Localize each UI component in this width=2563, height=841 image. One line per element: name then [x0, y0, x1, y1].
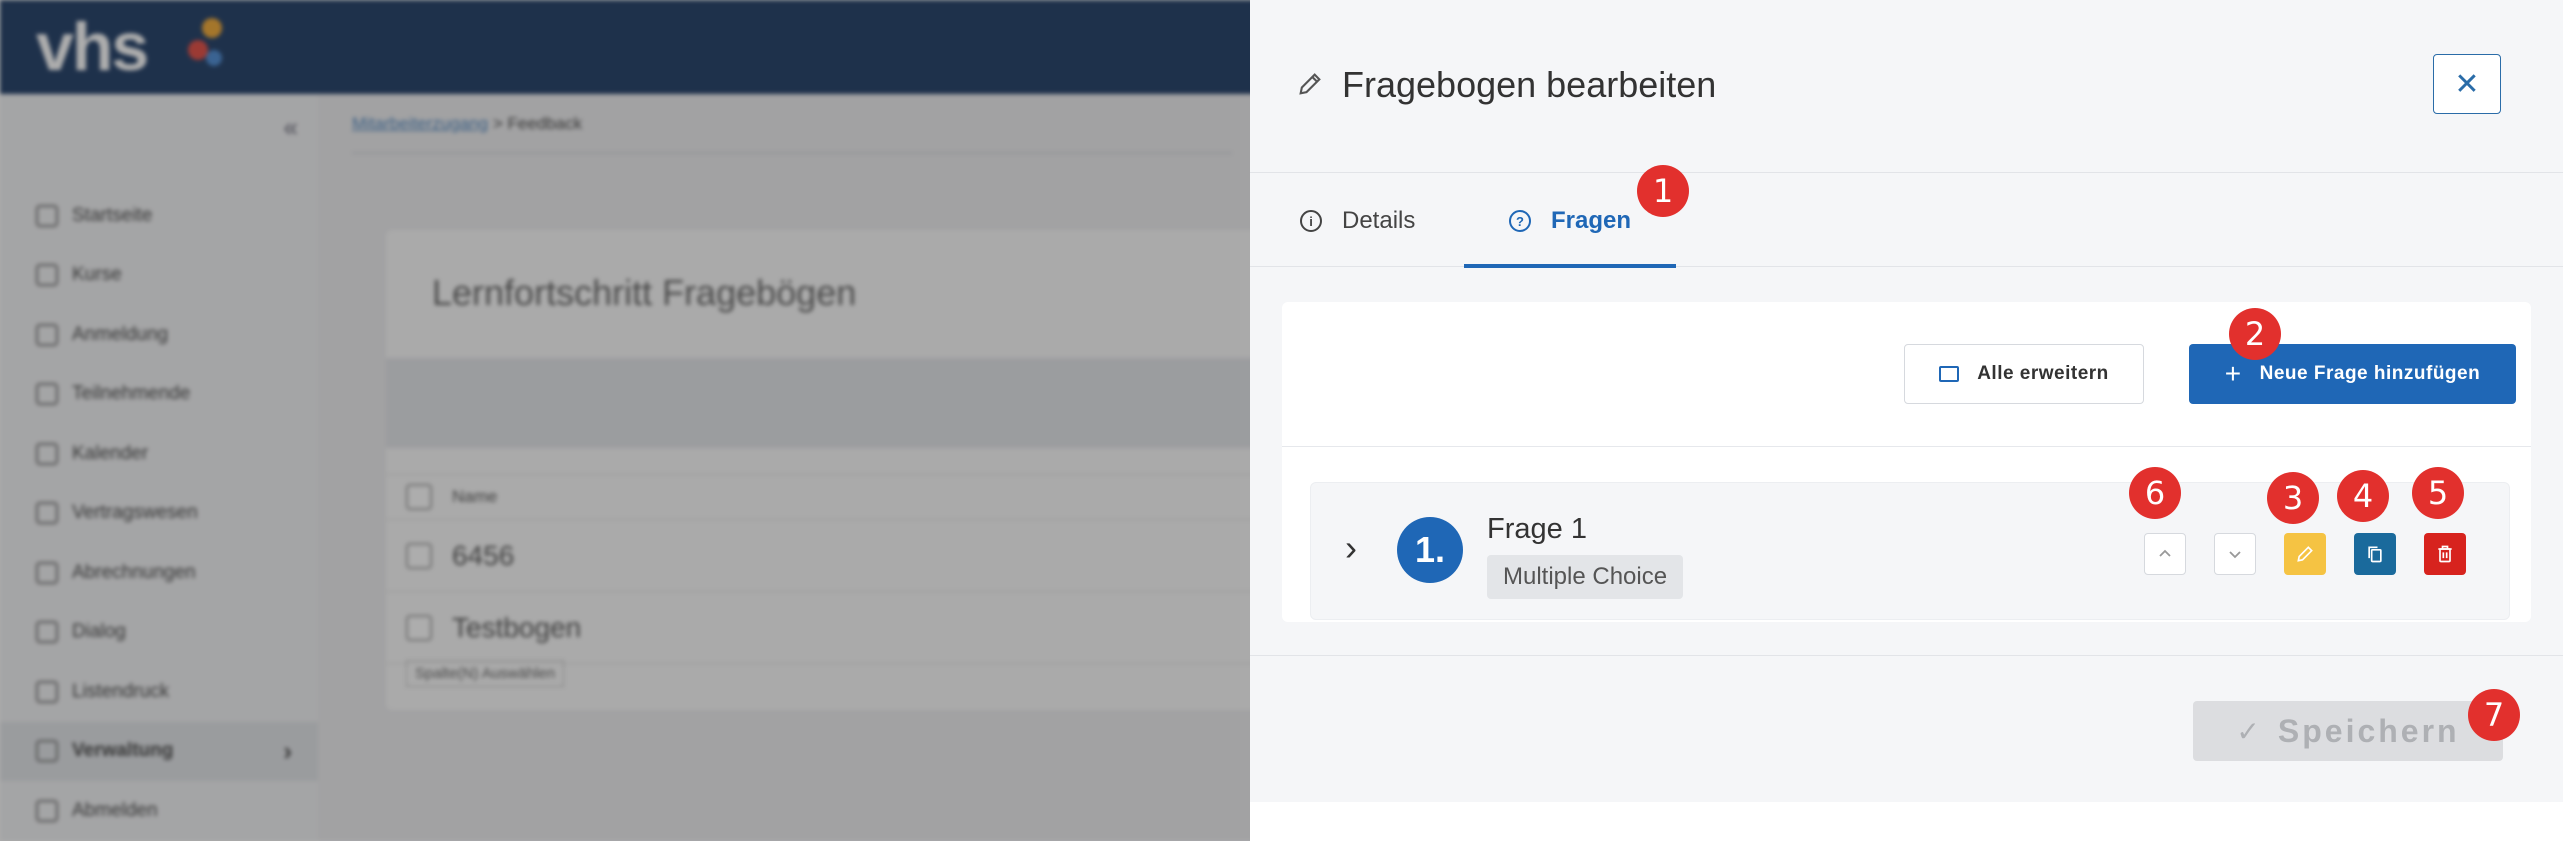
questions-section: Alle erweitern + Neue Frage hinzufügen ›… — [1282, 302, 2531, 622]
annotation-badge-2: 2 — [2229, 308, 2281, 360]
question-title: Frage 1 — [1487, 513, 1587, 545]
footer-spacer — [1250, 802, 2563, 841]
chevron-up-icon — [2159, 549, 2171, 557]
annotation-badge-3: 3 — [2267, 472, 2319, 524]
delete-question-button[interactable] — [2424, 533, 2466, 575]
edit-question-button[interactable] — [2284, 533, 2326, 575]
question-item[interactable]: › 1. Frage 1 Multiple Choice — [1310, 482, 2510, 620]
panel-header: Fragebogen bearbeiten ✕ — [1250, 0, 2563, 173]
move-up-button[interactable] — [2144, 533, 2186, 575]
pencil-icon — [1299, 73, 1321, 95]
chevron-down-icon — [2229, 551, 2241, 559]
expand-icon — [1939, 366, 1960, 382]
close-button[interactable]: ✕ — [2433, 54, 2501, 114]
questions-toolbar: Alle erweitern + Neue Frage hinzufügen — [1282, 302, 2531, 447]
annotation-badge-1: 1 — [1637, 165, 1689, 217]
copy-question-button[interactable] — [2354, 533, 2396, 575]
tab-details[interactable]: i Details — [1300, 175, 1415, 267]
trash-icon — [2438, 545, 2452, 563]
panel-footer: ✓ Speichern — [1250, 655, 2563, 841]
plus-icon: + — [2224, 358, 2242, 389]
expand-chevron-icon[interactable]: › — [1345, 527, 1357, 569]
pencil-icon — [2297, 546, 2313, 562]
annotation-badge-4: 4 — [2337, 470, 2389, 522]
annotation-badge-6: 6 — [2129, 467, 2181, 519]
panel-tabs: i Details ? Fragen — [1250, 175, 2563, 268]
panel-title: Fragebogen bearbeiten — [1342, 64, 1717, 105]
check-icon: ✓ — [2236, 715, 2260, 747]
annotation-badge-7: 7 — [2468, 689, 2520, 741]
question-circle-icon: ? — [1508, 210, 1531, 232]
info-icon: i — [1300, 210, 1322, 232]
annotation-badge-5: 5 — [2412, 467, 2464, 519]
expand-all-button[interactable]: Alle erweitern — [1904, 344, 2144, 404]
question-type-badge: Multiple Choice — [1487, 555, 1684, 599]
move-down-button[interactable] — [2214, 533, 2256, 575]
copy-icon — [2368, 546, 2382, 563]
edit-questionnaire-panel: Fragebogen bearbeiten ✕ i Details ? Frag… — [1250, 0, 2563, 841]
modal-backdrop[interactable] — [0, 0, 1250, 841]
save-button[interactable]: ✓ Speichern — [2193, 701, 2503, 761]
question-number-badge: 1. — [1397, 517, 1463, 583]
